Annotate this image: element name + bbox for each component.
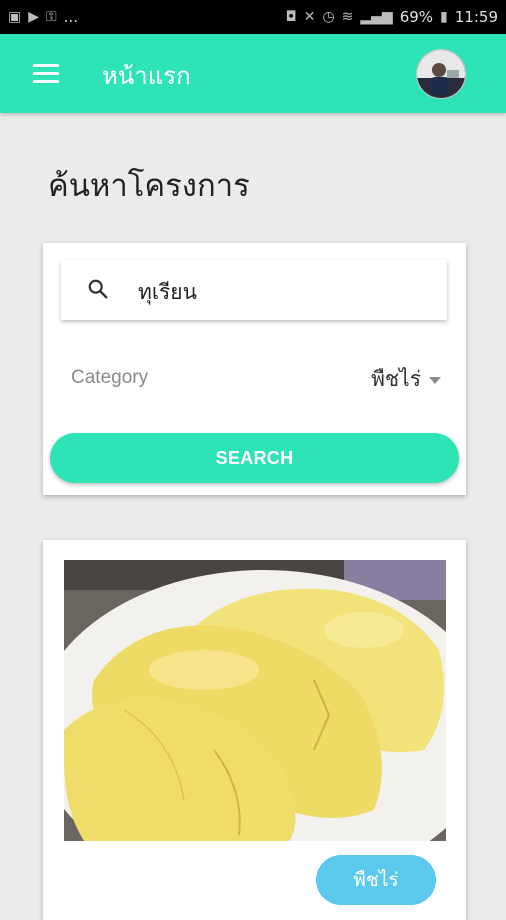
category-tag-chip[interactable]: พืชไร่	[316, 855, 436, 905]
search-card: ทุเรียน Category พืชไร่ SEARCH	[43, 243, 466, 495]
durian-photo	[64, 560, 446, 841]
dropdown-caret-icon	[429, 377, 441, 384]
app-title: หน้าแรก	[102, 62, 191, 90]
search-button[interactable]: SEARCH	[50, 433, 459, 483]
result-card[interactable]: พืชไร่	[43, 540, 466, 920]
battery-icon: ▮	[440, 9, 448, 25]
status-right: ◘ ✕ ◷ ≋ ▂▄▆ 69% ▮ 11:59	[286, 8, 498, 26]
search-icon	[88, 279, 108, 299]
category-value: พืชไร่	[371, 367, 421, 391]
category-label: Category	[71, 367, 149, 388]
lock-icon: ◘	[285, 9, 297, 25]
search-input[interactable]: ทุเรียน	[61, 260, 447, 320]
clock: 11:59	[454, 8, 498, 26]
cast-icon: ▶	[28, 9, 40, 25]
app-bar: หน้าแรก	[0, 34, 506, 113]
battery-percent: 69%	[399, 8, 434, 26]
signal-icon: ▂▄▆	[360, 9, 393, 25]
mute-icon: ✕	[303, 9, 316, 25]
status-bar: ▣ ▶ ⚿ ... ◘ ✕ ◷ ≋ ▂▄▆ 69% ▮ 11:59	[0, 0, 506, 34]
key-icon: ⚿	[46, 9, 57, 25]
search-value: ทุเรียน	[138, 280, 197, 304]
avatar[interactable]	[416, 49, 466, 99]
page-title: ค้นหาโครงการ	[48, 168, 250, 204]
alarm-icon: ◷	[322, 9, 335, 25]
category-dropdown[interactable]: พืชไร่	[371, 363, 441, 396]
image-icon: ▣	[8, 9, 22, 25]
notification-ellipsis: ...	[63, 8, 78, 26]
status-left: ▣ ▶ ⚿ ...	[8, 8, 78, 26]
hamburger-menu-icon[interactable]	[33, 64, 59, 84]
wifi-icon: ≋	[341, 9, 354, 25]
